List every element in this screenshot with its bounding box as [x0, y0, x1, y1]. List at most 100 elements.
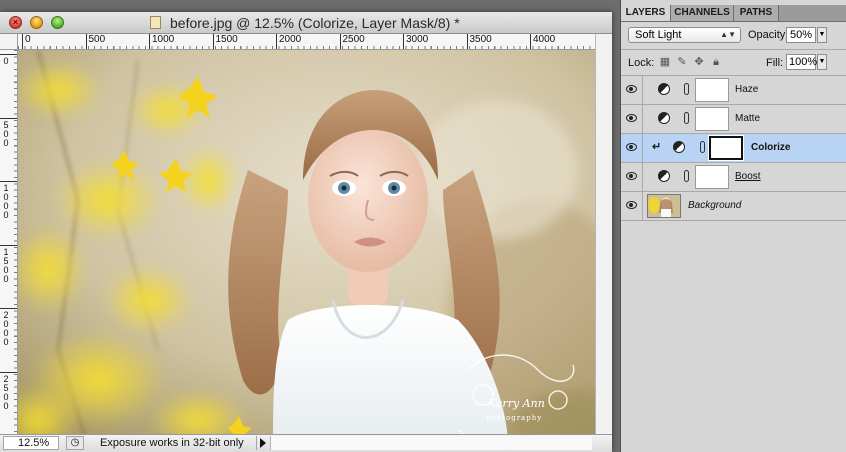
minimize-button[interactable] [30, 16, 43, 29]
ruler-label: 2000 [279, 34, 302, 45]
visibility-toggle[interactable] [621, 76, 643, 104]
layer-mask-thumbnail[interactable] [695, 107, 729, 131]
blend-mode-select[interactable]: Soft Light ▲▼ [628, 27, 741, 43]
layer-name[interactable]: Matte [735, 113, 760, 124]
select-arrows-icon: ▲▼ [720, 30, 736, 39]
visibility-toggle[interactable] [621, 105, 643, 133]
layer-mask-thumbnail[interactable] [708, 135, 744, 161]
background-thumbnail-image [648, 195, 680, 217]
lock-pixels-icon[interactable]: ✎ [675, 55, 689, 69]
adjustment-layer-icon[interactable] [658, 112, 670, 124]
layer-name[interactable]: Boost [735, 171, 761, 182]
tab-layers[interactable]: LAYERS [621, 5, 671, 21]
ruler-major-tick [0, 308, 17, 309]
ruler-label: 4000 [533, 34, 556, 45]
eye-icon [626, 85, 637, 93]
layer-row-colorize[interactable]: ↵ Colorize [621, 134, 846, 163]
layer-name[interactable]: Colorize [751, 142, 790, 153]
title-bar[interactable]: × before.jpg @ 12.5% (Colorize, Layer Ma… [0, 12, 612, 34]
opacity-slider-button[interactable]: ▼ [817, 27, 827, 43]
ruler-label: 0 [25, 34, 31, 45]
ruler-label: 1500 [3, 246, 9, 284]
visibility-toggle[interactable] [621, 192, 643, 220]
lock-position-icon[interactable]: ✥ [692, 55, 706, 69]
visibility-toggle[interactable] [621, 163, 643, 191]
ruler-major-tick [149, 34, 150, 49]
layer-row-background[interactable]: Background [621, 192, 846, 221]
ruler-major-tick [85, 34, 87, 49]
ruler-label: 1000 [152, 34, 175, 45]
link-icon[interactable] [684, 170, 689, 182]
image-canvas[interactable]: Kerry Ann photography [18, 50, 595, 446]
ruler-label: 500 [3, 119, 9, 148]
vertical-scrollbar[interactable] [595, 34, 612, 446]
status-bar: 12.5% ◷ Exposure works in 32-bit only [0, 434, 612, 452]
horizontal-scrollbar[interactable] [270, 436, 592, 450]
layers-list: Haze Matte ↵ Colorize Boost Background [621, 76, 846, 221]
fill-label: Fill: [766, 57, 784, 69]
watermark-name: Kerry Ann [487, 397, 545, 410]
ruler-label: 1500 [215, 34, 238, 45]
ruler-label: 2500 [342, 34, 365, 45]
status-menu-arrow-icon[interactable] [256, 436, 268, 450]
opacity-input[interactable]: 50% [786, 27, 816, 43]
ruler-label: 500 [88, 34, 106, 45]
zoom-level-field[interactable]: 12.5% [3, 436, 59, 450]
ruler-label: 1000 [3, 183, 9, 220]
document-icon [150, 16, 161, 29]
vertical-ruler[interactable]: 050010001500200025003000 [0, 50, 18, 446]
link-icon[interactable] [684, 112, 689, 124]
tab-channels[interactable]: CHANNELS [671, 5, 734, 21]
adjustment-layer-icon[interactable] [658, 83, 670, 95]
ruler-origin[interactable] [0, 34, 18, 50]
eye-icon [626, 143, 637, 151]
document-window: × before.jpg @ 12.5% (Colorize, Layer Ma… [0, 12, 612, 452]
watermark-tagline: photography [486, 414, 542, 422]
fill-slider-button[interactable]: ▼ [817, 54, 827, 70]
tab-paths[interactable]: PATHS [734, 5, 779, 21]
ruler-major-tick [0, 181, 17, 182]
adjustment-layer-icon[interactable] [658, 170, 670, 182]
fill-input[interactable]: 100% [786, 54, 817, 70]
horizontal-ruler[interactable]: 0 500 1000 1500 2000 2500 3000 3500 4000 [18, 34, 595, 50]
ruler-label: 3000 [406, 34, 429, 45]
lock-all-icon[interactable]: 🔒︎ [709, 55, 723, 69]
layer-row-boost[interactable]: Boost [621, 163, 846, 192]
link-icon[interactable] [684, 83, 689, 95]
ruler-label: 2500 [3, 373, 9, 411]
ruler-major-tick [0, 54, 17, 55]
ruler-major-tick [0, 244, 17, 246]
visibility-toggle[interactable] [621, 134, 643, 162]
status-message: Exposure works in 32-bit only [100, 437, 244, 449]
clipping-mask-icon: ↵ [652, 141, 662, 153]
adjustment-layer-icon[interactable] [673, 141, 685, 153]
layer-name[interactable]: Haze [735, 84, 758, 95]
layer-name[interactable]: Background [688, 200, 741, 211]
ruler-major-tick [212, 34, 214, 49]
ruler-major-tick [0, 117, 17, 119]
divider [621, 49, 846, 50]
layer-row-haze[interactable]: Haze [621, 76, 846, 105]
ruler-major-tick [403, 34, 404, 49]
layer-row-matte[interactable]: Matte [621, 105, 846, 134]
ruler-major-tick [0, 371, 17, 373]
layer-thumbnail[interactable] [647, 194, 681, 218]
ruler-label: 2000 [3, 310, 9, 347]
close-button[interactable]: × [9, 16, 22, 29]
eye-icon [626, 201, 637, 209]
layer-mask-thumbnail[interactable] [695, 78, 729, 102]
lock-label: Lock: [628, 57, 655, 69]
close-icon: × [12, 17, 19, 27]
zoom-button[interactable] [51, 16, 64, 29]
preview-icon[interactable]: ◷ [66, 436, 84, 450]
ruler-major-tick [276, 34, 277, 49]
link-icon[interactable] [700, 141, 705, 153]
eye-icon [626, 114, 637, 122]
ruler-major-tick [466, 34, 468, 49]
photo-girl-in-forsythia: Kerry Ann photography [18, 50, 595, 446]
lock-transparency-icon[interactable]: ▦ [658, 55, 672, 69]
panel-tabs: LAYERS CHANNELS PATHS [621, 5, 846, 22]
layer-mask-thumbnail[interactable] [695, 165, 729, 189]
ruler-major-tick [22, 34, 23, 49]
ruler-major-tick [339, 34, 341, 49]
